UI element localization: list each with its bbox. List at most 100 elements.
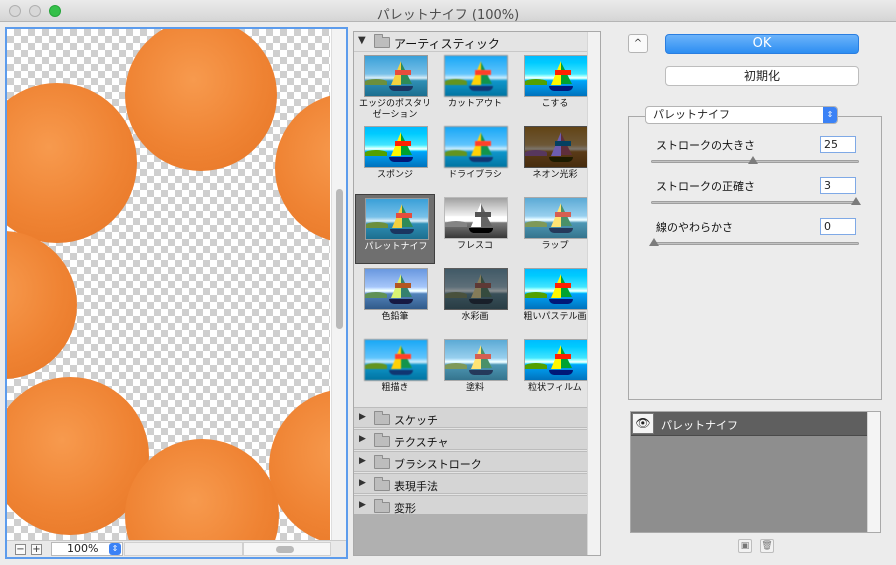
filter-thumbnail[interactable]: ラップ xyxy=(515,194,595,264)
gallery-empty-area xyxy=(354,514,587,555)
filter-label: ドライブラシ xyxy=(448,170,502,180)
filter-preview-image xyxy=(444,339,508,381)
filter-thumbnail[interactable]: エッジのポスタリゼーション xyxy=(355,52,435,122)
filter-label: フレスコ xyxy=(456,241,493,251)
filter-thumbnail[interactable]: 塗料 xyxy=(435,336,515,406)
preview-horizontal-scroll-thumb[interactable] xyxy=(276,546,294,553)
category-row[interactable]: ▶ 表現手法 xyxy=(354,473,600,494)
effect-layers-panel: 👁 パレットナイフ xyxy=(630,411,881,533)
preview-pane: − + 100% ⇕ xyxy=(5,27,348,559)
category-artistic[interactable]: ▼ アーティスティック xyxy=(354,32,600,52)
filter-preview-image xyxy=(444,55,508,97)
filter-thumbnail[interactable]: ドライブラシ xyxy=(435,123,515,193)
filter-thumbnail[interactable]: こする xyxy=(515,52,595,122)
trash-icon[interactable]: 🗑 xyxy=(760,539,774,553)
category-label: 表現手法 xyxy=(394,480,438,493)
stroke-size-label: ストロークの大きさ xyxy=(656,139,755,152)
zoom-dropdown-icon[interactable]: ⇕ xyxy=(109,543,121,555)
stroke-size-slider-knob[interactable] xyxy=(747,156,758,164)
stroke-detail-slider[interactable] xyxy=(651,201,859,204)
gallery-scrollbar[interactable] xyxy=(587,32,600,555)
filter-preview-image xyxy=(444,197,508,239)
filter-preview-image xyxy=(524,55,588,97)
orange-disc xyxy=(275,93,330,243)
filter-thumbnail[interactable]: 粒状フィルム xyxy=(515,336,595,406)
filter-label: パレットナイフ xyxy=(364,242,428,252)
softness-label: 線のやわらかさ xyxy=(656,221,733,234)
effect-layer-row[interactable]: 👁 パレットナイフ xyxy=(631,412,867,436)
window-title: パレットナイフ (100%) xyxy=(376,8,520,23)
category-label: テクスチャ xyxy=(394,436,449,449)
filter-preview-image xyxy=(524,126,588,168)
stroke-detail-input[interactable]: 3 xyxy=(820,177,856,194)
category-row[interactable]: ▶ テクスチャ xyxy=(354,429,600,450)
zoom-level-text: 100% xyxy=(67,542,99,555)
stroke-detail-slider-knob[interactable] xyxy=(851,197,861,205)
category-label: スケッチ xyxy=(394,414,438,427)
filter-thumbnail[interactable]: カットアウト xyxy=(435,52,515,122)
preview-vertical-scrollbar[interactable] xyxy=(331,29,346,540)
filter-label: スポンジ xyxy=(376,170,413,180)
filter-thumbnail[interactable]: 粗描き xyxy=(355,336,435,406)
filter-preview-image xyxy=(365,198,429,240)
filter-thumbnail[interactable]: フレスコ xyxy=(435,194,515,264)
orange-disc xyxy=(125,29,277,171)
filter-label: ラップ xyxy=(541,241,569,251)
disclosure-closed-icon: ▶ xyxy=(359,456,366,466)
zoom-in-button[interactable]: + xyxy=(31,544,42,555)
filter-thumbnail[interactable]: パレットナイフ xyxy=(355,194,435,264)
filter-label: こする xyxy=(541,99,569,109)
stroke-detail-label: ストロークの正確さ xyxy=(656,180,755,193)
stroke-size-input[interactable]: 25 xyxy=(820,136,856,153)
preview-horizontal-scroll-area[interactable] xyxy=(243,542,331,556)
filter-thumbnail[interactable]: 色鉛筆 xyxy=(355,265,435,335)
filter-select[interactable]: パレットナイフ ⇕ xyxy=(645,106,838,124)
preview-canvas[interactable] xyxy=(7,29,330,540)
folder-icon xyxy=(374,411,390,425)
filter-label: 粗いパステル画 xyxy=(523,312,587,322)
disclosure-closed-icon: ▶ xyxy=(359,434,366,444)
orange-disc xyxy=(7,83,137,243)
filter-thumbnail[interactable]: スポンジ xyxy=(355,123,435,193)
filter-preview-image xyxy=(524,268,588,310)
disclosure-open-icon: ▼ xyxy=(358,35,366,46)
softness-input[interactable]: 0 xyxy=(820,218,856,235)
reset-button[interactable]: 初期化 xyxy=(665,66,859,86)
filter-label: 色鉛筆 xyxy=(381,312,409,322)
layers-scrollbar[interactable] xyxy=(867,412,880,532)
filter-label: 塗料 xyxy=(465,383,484,393)
category-row[interactable]: ▶ 変形 xyxy=(354,495,600,516)
filter-preview-image xyxy=(364,339,428,381)
filter-preview-image xyxy=(524,339,588,381)
category-label: ブラシストローク xyxy=(394,458,482,471)
new-effect-layer-icon[interactable]: ▣ xyxy=(738,539,752,553)
filter-label: 粗描き xyxy=(381,383,409,393)
title-bar: パレットナイフ (100%) xyxy=(0,0,896,23)
effect-layers-list: 👁 パレットナイフ xyxy=(631,412,867,532)
filter-select-value: パレットナイフ xyxy=(653,108,730,121)
disclosure-closed-icon: ▶ xyxy=(359,412,366,422)
softness-slider[interactable] xyxy=(651,242,859,245)
ok-button[interactable]: OK xyxy=(665,34,859,54)
filter-thumbnail[interactable]: ネオン光彩 xyxy=(515,123,595,193)
filter-gallery: ▼ アーティスティック エッジのポスタリゼーション カットアウト こするスポンジ ドラ… xyxy=(353,31,601,556)
filter-thumbnail[interactable]: 水彩画 xyxy=(435,265,515,335)
category-row[interactable]: ▶ スケッチ xyxy=(354,407,600,428)
zoom-out-button[interactable]: − xyxy=(15,544,26,555)
filter-label: 水彩画 xyxy=(461,312,489,322)
category-row[interactable]: ▶ ブラシストローク xyxy=(354,451,600,472)
preview-vertical-scroll-thumb[interactable] xyxy=(336,189,343,329)
effect-layer-label: パレットナイフ xyxy=(661,419,738,432)
filter-thumbnail[interactable]: 粗いパステル画 xyxy=(515,265,595,335)
filter-preview-image xyxy=(444,126,508,168)
collapse-gallery-button[interactable]: ^ xyxy=(628,34,648,53)
filter-label: カットアウト xyxy=(447,99,502,109)
filter-label: ネオン光彩 xyxy=(532,170,578,180)
preview-horizontal-scrollbar[interactable] xyxy=(124,542,243,556)
folder-icon xyxy=(374,499,390,513)
preview-zoom-bar: − + 100% ⇕ xyxy=(7,540,346,557)
softness-slider-knob[interactable] xyxy=(649,238,659,246)
folder-icon xyxy=(374,455,390,469)
folder-icon xyxy=(374,34,390,48)
eye-icon[interactable]: 👁 xyxy=(632,413,654,434)
